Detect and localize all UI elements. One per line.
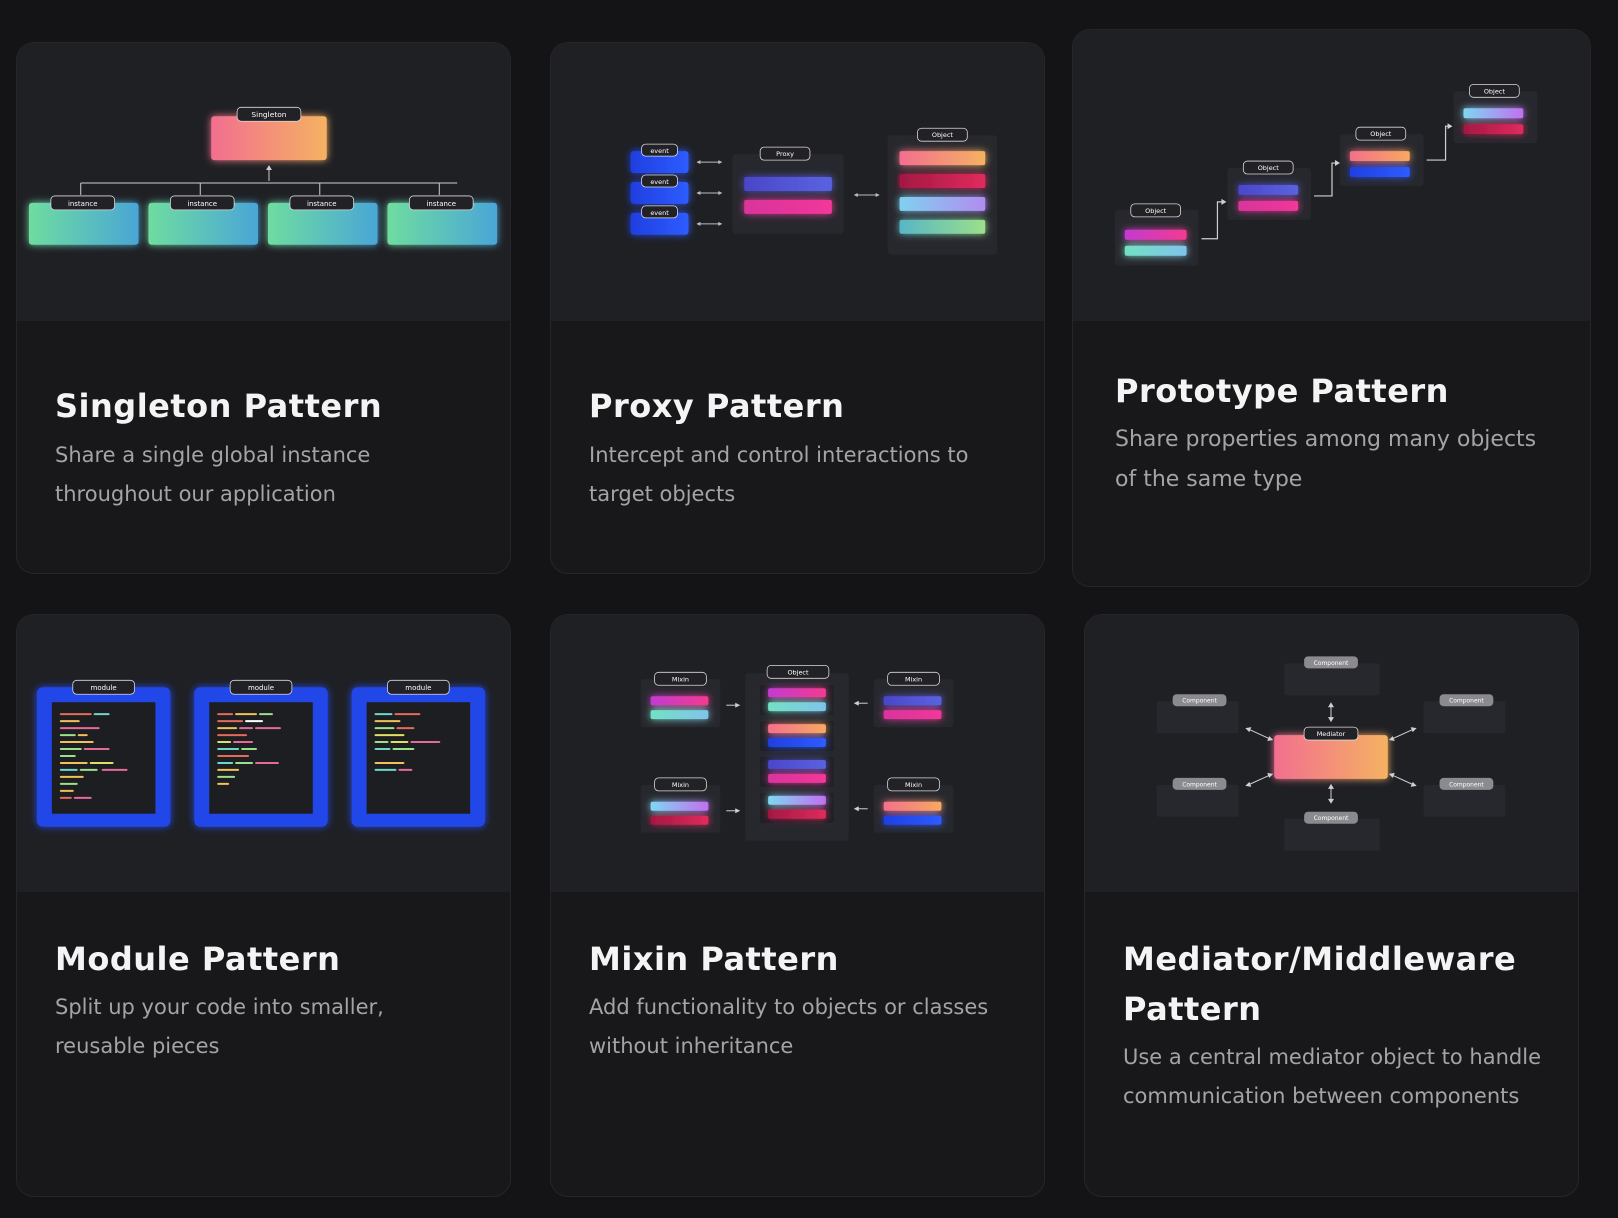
card-title: Mediator/Middleware Pattern xyxy=(1123,940,1517,1028)
card-description: Intercept and control interactions to ta… xyxy=(589,443,969,506)
card-title: Singleton Pattern xyxy=(55,387,383,425)
card-mediator-middleware-pattern[interactable]: Component Component Component Component … xyxy=(1084,614,1579,1197)
proxy-label: Proxy xyxy=(776,150,794,158)
object-label: Object xyxy=(1484,87,1506,95)
mixin-label: Mixin xyxy=(672,675,689,683)
instance-label: instance xyxy=(427,200,457,208)
component-label: Component xyxy=(1182,781,1217,788)
card-prototype-pattern[interactable]: Object Object Object Object Prototype Pa… xyxy=(1072,29,1591,587)
card-description: Share properties among many objects of t… xyxy=(1115,427,1537,492)
object-label: Object xyxy=(1370,130,1392,138)
component-label: Component xyxy=(1449,781,1484,788)
instance-label: instance xyxy=(187,200,217,208)
component-label: Component xyxy=(1314,660,1349,667)
object-label: Object xyxy=(1145,207,1167,215)
card-title: Proxy Pattern xyxy=(589,387,845,425)
card-description: Add functionality to objects or classes … xyxy=(589,995,989,1058)
card-description: Use a central mediator object to handle … xyxy=(1123,1045,1541,1108)
singleton-label: Singleton xyxy=(251,110,286,119)
card-mixin-pattern[interactable]: Object Mixin Mixin Mixin Mixin Mixin Pat… xyxy=(550,614,1045,1197)
event-label: event xyxy=(650,209,669,217)
event-label: event xyxy=(650,178,669,186)
module-label: module xyxy=(91,684,117,692)
prototype-diagram: Object Object Object Object xyxy=(1073,30,1590,321)
mixin-label: Mixin xyxy=(672,781,689,789)
card-title: Module Pattern xyxy=(55,940,341,978)
object-label: Object xyxy=(787,668,809,676)
mixin-label: Mixin xyxy=(905,675,922,683)
card-title: Mixin Pattern xyxy=(589,940,839,978)
event-label: event xyxy=(650,147,669,155)
card-singleton-pattern[interactable]: Singleton instance instance instance ins… xyxy=(16,42,511,574)
card-description: Share a single global instance throughou… xyxy=(55,443,371,506)
component-label: Component xyxy=(1449,698,1484,705)
module-label: module xyxy=(405,684,431,692)
card-proxy-pattern[interactable]: event event event Proxy Object Proxy Pat… xyxy=(550,42,1045,574)
component-label: Component xyxy=(1182,698,1217,705)
module-diagram: module module module xyxy=(17,615,510,892)
object-label: Object xyxy=(1258,164,1280,172)
singleton-diagram: Singleton instance instance instance ins… xyxy=(17,43,510,321)
card-module-pattern[interactable]: module module module Module Pattern Spli… xyxy=(16,614,511,1197)
mediator-diagram: Component Component Component Component … xyxy=(1085,615,1578,892)
card-title: Prototype Pattern xyxy=(1115,372,1449,410)
instance-label: instance xyxy=(68,200,98,208)
mixin-diagram: Object Mixin Mixin Mixin Mixin xyxy=(551,615,1044,892)
component-label: Component xyxy=(1314,815,1349,822)
mixin-label: Mixin xyxy=(905,781,922,789)
object-label: Object xyxy=(932,131,954,139)
instance-label: instance xyxy=(307,200,337,208)
module-label: module xyxy=(248,684,274,692)
proxy-diagram: event event event Proxy Object xyxy=(551,43,1044,321)
mediator-label: Mediator xyxy=(1317,730,1346,738)
card-description: Split up your code into smaller, reusabl… xyxy=(55,995,384,1058)
